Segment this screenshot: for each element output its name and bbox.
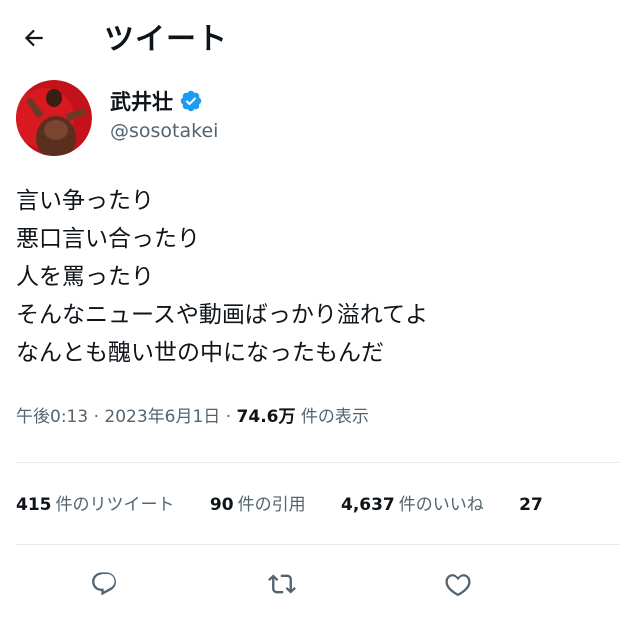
retweets-label: 件のリツイート: [55, 495, 175, 515]
likes-label: 件のいいね: [398, 495, 484, 515]
bookmarks-count: 27: [519, 495, 543, 515]
bookmarks-stat[interactable]: 27: [519, 495, 547, 515]
likes-count: 4,637: [340, 495, 395, 515]
tweet-author: 武井壮 @sosotakei: [16, 80, 606, 158]
tweet-text: 言い争ったり 悪口言い合ったり 人を罵ったり そんなニュースや動画ばっかり溢れて…: [16, 182, 606, 372]
quotes-stat[interactable]: 90 件の引用: [210, 490, 306, 515]
action-bar: [0, 560, 620, 608]
retweet-button[interactable]: [262, 564, 302, 604]
tweet-line: そんなニュースや動画ばっかり溢れてよ: [16, 302, 429, 328]
reply-button[interactable]: [84, 564, 124, 604]
tweet-stats: 415 件のリツイート 90 件の引用 4,637 件のいいね 27: [16, 490, 577, 515]
back-button[interactable]: [16, 20, 52, 56]
heart-icon: [445, 574, 471, 597]
tweet-date[interactable]: 2023年6月1日: [104, 407, 220, 427]
arrow-left-icon: [24, 29, 43, 47]
display-name[interactable]: 武井壮: [110, 86, 173, 116]
tweet-line: 言い争ったり: [16, 188, 154, 214]
tweet-meta: 午後0:13 · 2023年6月1日 · 74.6万 件の表示: [16, 402, 369, 427]
avatar[interactable]: [16, 80, 92, 156]
avatar-image: [16, 80, 92, 156]
likes-stat[interactable]: 4,637 件のいいね: [341, 490, 484, 515]
verified-badge-icon: [180, 90, 202, 112]
tweet-line: 人を罵ったり: [16, 264, 154, 290]
views-label: 件の表示: [300, 407, 369, 427]
reply-icon: [92, 572, 116, 596]
quotes-count: 90: [209, 495, 234, 515]
user-handle[interactable]: @sosotakei: [110, 120, 218, 142]
divider: [16, 462, 620, 463]
header: ツイート: [0, 0, 620, 72]
tweet-line: なんとも醜い世の中になったもんだ: [16, 340, 384, 366]
divider: [16, 544, 620, 545]
meta-separator: ·: [225, 407, 232, 427]
retweets-stat[interactable]: 415 件のリツイート: [16, 490, 175, 515]
tweet-time[interactable]: 午後0:13: [16, 407, 88, 427]
name-row: 武井壮: [110, 86, 203, 116]
page-title: ツイート: [104, 22, 228, 57]
like-button[interactable]: [438, 564, 478, 604]
quotes-label: 件の引用: [237, 495, 306, 515]
views-count: 74.6万: [236, 407, 296, 427]
retweets-count: 415: [16, 495, 52, 515]
retweet-icon: [268, 574, 296, 594]
tweet-line: 悪口言い合ったり: [16, 226, 200, 252]
meta-separator: ·: [93, 407, 99, 427]
